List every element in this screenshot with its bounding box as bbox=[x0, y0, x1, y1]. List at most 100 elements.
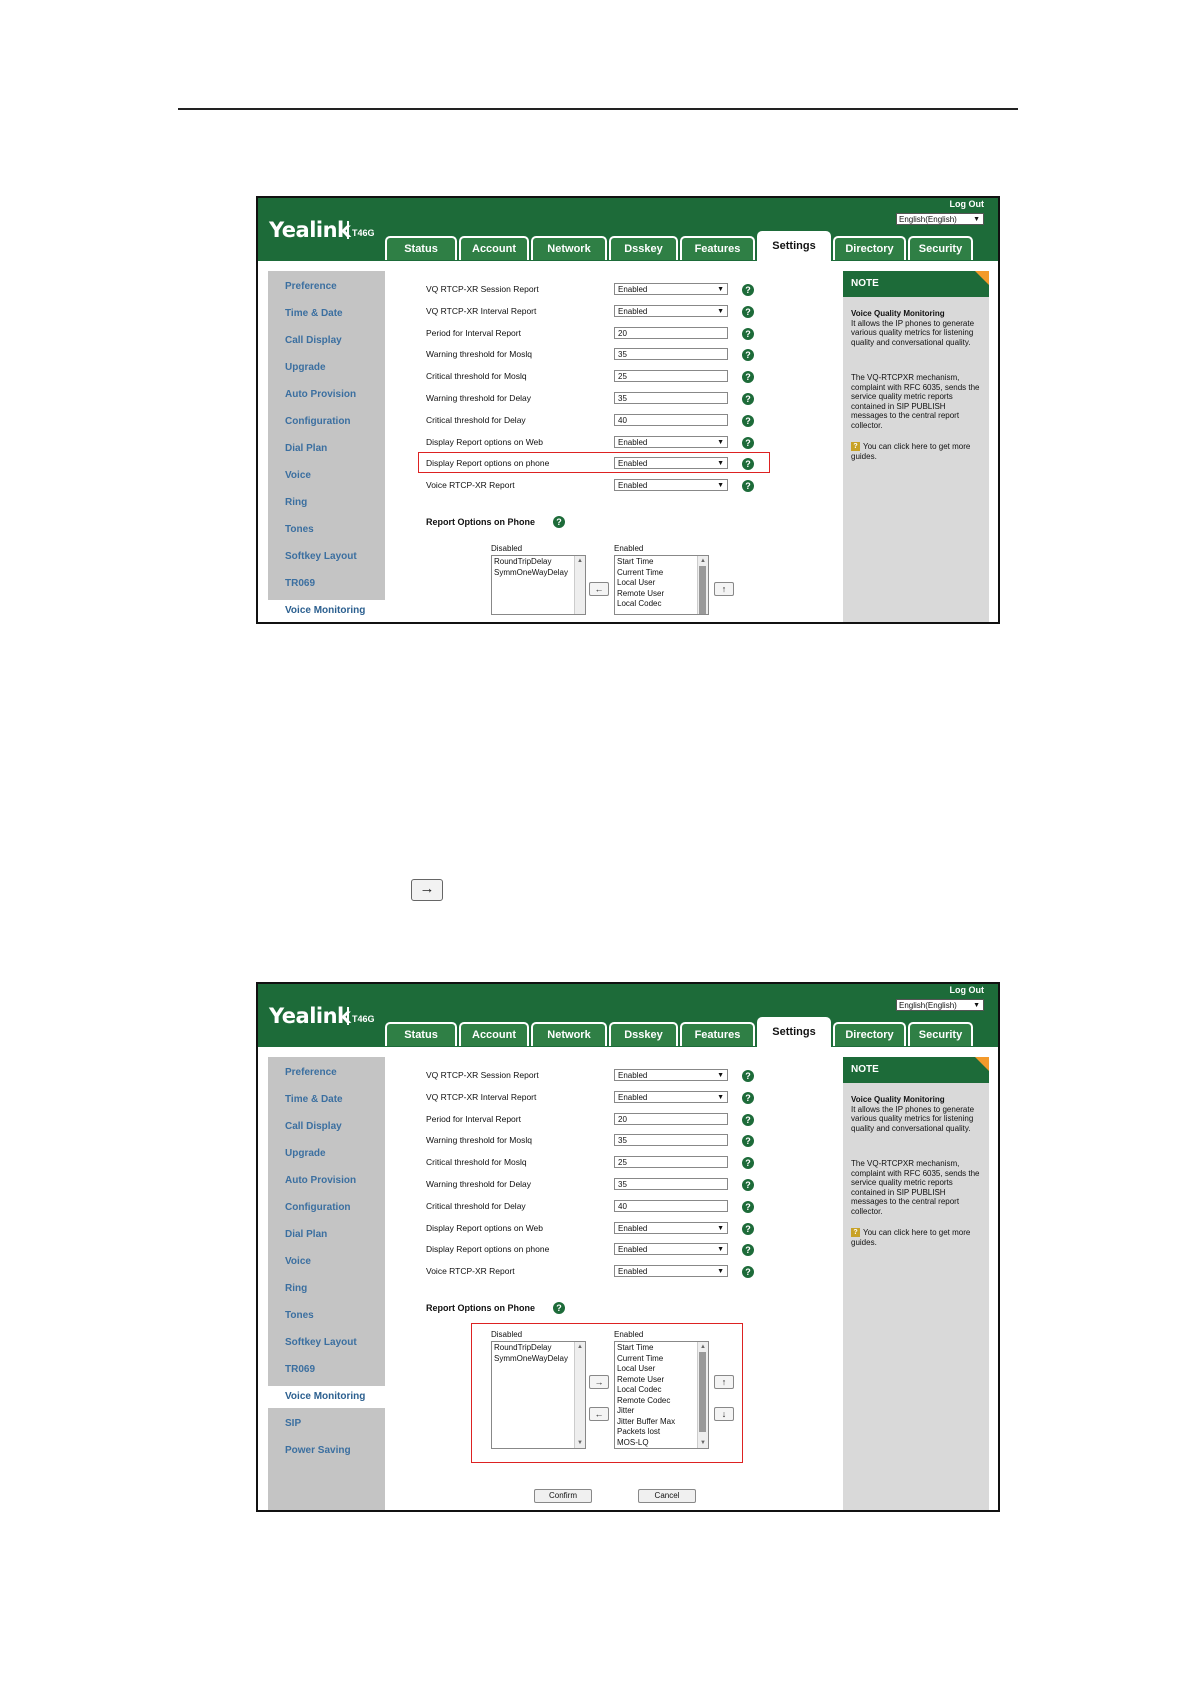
list-item[interactable]: SymmOneWayDelay bbox=[494, 568, 583, 579]
tab-directory[interactable]: Directory bbox=[833, 1022, 906, 1046]
help-icon[interactable]: ? bbox=[742, 371, 754, 384]
setting-select[interactable]: Enabled ▼ bbox=[614, 1221, 728, 1234]
sidebar-item-tones[interactable]: Tones bbox=[285, 1310, 314, 1321]
sidebar-item-voice-monitoring[interactable]: Voice Monitoring bbox=[268, 1386, 394, 1408]
tab-status[interactable]: Status bbox=[385, 1022, 457, 1046]
help-icon[interactable]: ? bbox=[742, 1200, 754, 1213]
tab-settings[interactable]: Settings bbox=[757, 231, 831, 261]
tab-settings[interactable]: Settings bbox=[757, 1017, 831, 1047]
help-icon[interactable]: ? bbox=[742, 1091, 754, 1104]
sidebar-item-call-display[interactable]: Call Display bbox=[285, 335, 342, 346]
help-icon[interactable]: ? bbox=[742, 305, 754, 318]
scroll-thumb[interactable] bbox=[699, 566, 706, 614]
sidebar-item-time-date[interactable]: Time & Date bbox=[285, 308, 343, 319]
setting-select[interactable]: Enabled ▼ bbox=[614, 435, 728, 448]
note-guide[interactable]: ? You can click here to get more guides. bbox=[851, 442, 983, 461]
sidebar-item-preference[interactable]: Preference bbox=[285, 281, 337, 292]
help-icon[interactable]: ? bbox=[742, 1179, 754, 1191]
sidebar-item-dial-plan[interactable]: Dial Plan bbox=[285, 443, 327, 454]
setting-input[interactable]: 35 bbox=[614, 1178, 728, 1190]
setting-select[interactable]: Enabled ▼ bbox=[614, 1265, 728, 1278]
logout-link[interactable]: Log Out bbox=[950, 199, 985, 209]
help-icon[interactable]: ? bbox=[742, 284, 754, 296]
note-guide-text[interactable]: You can click here to get more guides. bbox=[851, 1228, 970, 1247]
list-item[interactable]: RoundTripDelay bbox=[494, 557, 583, 568]
setting-input[interactable]: 25 bbox=[614, 1156, 728, 1169]
cancel-button[interactable]: Cancel bbox=[638, 1489, 696, 1503]
setting-select[interactable]: Enabled ▼ bbox=[614, 304, 728, 317]
move-up-button[interactable]: ↑ bbox=[714, 582, 734, 596]
setting-select[interactable]: Enabled ▼ bbox=[614, 283, 728, 295]
help-icon[interactable]: ? bbox=[742, 393, 754, 405]
help-icon[interactable]: ? bbox=[742, 1135, 754, 1148]
sidebar-item-tr069[interactable]: TR069 bbox=[285, 1364, 315, 1375]
tab-security[interactable]: Security bbox=[908, 236, 973, 260]
list-item[interactable]: Current Time bbox=[617, 568, 706, 579]
sidebar-item-time-date[interactable]: Time & Date bbox=[285, 1094, 343, 1105]
setting-input[interactable]: 20 bbox=[614, 1112, 728, 1125]
sidebar-item-upgrade[interactable]: Upgrade bbox=[285, 362, 326, 373]
setting-input[interactable]: 40 bbox=[614, 1199, 728, 1212]
move-left-button[interactable]: ← bbox=[589, 582, 609, 596]
sidebar-item-softkey-layout[interactable]: Softkey Layout bbox=[285, 551, 357, 562]
help-icon[interactable]: ? bbox=[742, 1266, 754, 1279]
tab-dsskey[interactable]: Dsskey bbox=[609, 236, 678, 260]
help-icon[interactable]: ? bbox=[742, 349, 754, 362]
help-icon[interactable]: ? bbox=[742, 480, 754, 493]
sidebar-item-preference[interactable]: Preference bbox=[285, 1067, 337, 1078]
sidebar-item-sip[interactable]: SIP bbox=[285, 1418, 301, 1429]
sidebar-item-power-saving[interactable]: Power Saving bbox=[285, 1445, 351, 1456]
setting-select[interactable]: Enabled ▼ bbox=[614, 1243, 728, 1256]
sidebar-item-tr069[interactable]: TR069 bbox=[285, 578, 315, 589]
note-guide-text[interactable]: You can click here to get more guides. bbox=[851, 442, 970, 461]
sidebar-item-softkey-layout[interactable]: Softkey Layout bbox=[285, 1337, 357, 1348]
help-icon[interactable]: ? bbox=[553, 1302, 565, 1314]
help-icon[interactable]: ? bbox=[742, 1222, 754, 1235]
help-icon[interactable]: ? bbox=[742, 327, 754, 340]
list-item[interactable]: Start Time bbox=[617, 557, 706, 568]
tab-dsskey[interactable]: Dsskey bbox=[609, 1022, 678, 1046]
disabled-items-list[interactable]: RoundTripDelay SymmOneWayDelay ▲ bbox=[491, 555, 586, 615]
list-item[interactable]: Local User bbox=[617, 578, 706, 589]
sidebar-item-configuration[interactable]: Configuration bbox=[285, 416, 351, 427]
sidebar-item-voice[interactable]: Voice bbox=[285, 1256, 311, 1267]
sidebar-item-configuration[interactable]: Configuration bbox=[285, 1202, 351, 1213]
list-item[interactable]: Local Codec bbox=[617, 599, 706, 610]
language-select[interactable]: English(English) ▼ bbox=[896, 213, 984, 225]
setting-input[interactable]: 25 bbox=[614, 370, 728, 383]
tab-account[interactable]: Account bbox=[459, 236, 529, 260]
confirm-button[interactable]: Confirm bbox=[534, 1489, 592, 1503]
sidebar-item-dial-plan[interactable]: Dial Plan bbox=[285, 1229, 327, 1240]
help-icon[interactable]: ? bbox=[742, 436, 754, 449]
language-select[interactable]: English(English) ▼ bbox=[896, 999, 984, 1011]
sidebar-item-tones[interactable]: Tones bbox=[285, 524, 314, 535]
sidebar-item-upgrade[interactable]: Upgrade bbox=[285, 1148, 326, 1159]
tab-network[interactable]: Network bbox=[531, 1022, 607, 1046]
tab-status[interactable]: Status bbox=[385, 236, 457, 260]
setting-select[interactable]: Enabled ▼ bbox=[614, 479, 728, 492]
setting-input[interactable]: 20 bbox=[614, 326, 728, 339]
sidebar-item-voice-monitoring[interactable]: Voice Monitoring bbox=[268, 600, 394, 622]
setting-select[interactable]: Enabled ▼ bbox=[614, 1069, 728, 1081]
scroll-up-icon[interactable]: ▲ bbox=[575, 556, 585, 567]
sidebar-item-auto-provision[interactable]: Auto Provision bbox=[285, 389, 356, 400]
scrollbar[interactable]: ▲ bbox=[574, 556, 585, 614]
tab-directory[interactable]: Directory bbox=[833, 236, 906, 260]
sidebar-item-call-display[interactable]: Call Display bbox=[285, 1121, 342, 1132]
list-item[interactable]: Remote User bbox=[617, 589, 706, 600]
tab-account[interactable]: Account bbox=[459, 1022, 529, 1046]
help-icon[interactable]: ? bbox=[742, 1157, 754, 1170]
tab-features[interactable]: Features bbox=[680, 1022, 755, 1046]
logout-link[interactable]: Log Out bbox=[950, 985, 985, 995]
help-icon[interactable]: ? bbox=[553, 516, 565, 528]
help-icon[interactable]: ? bbox=[742, 1113, 754, 1126]
help-icon[interactable]: ? bbox=[742, 1070, 754, 1082]
tab-features[interactable]: Features bbox=[680, 236, 755, 260]
help-icon[interactable]: ? bbox=[742, 414, 754, 427]
note-guide[interactable]: ? You can click here to get more guides. bbox=[851, 1228, 983, 1247]
sidebar-item-ring[interactable]: Ring bbox=[285, 497, 307, 508]
sidebar-item-ring[interactable]: Ring bbox=[285, 1283, 307, 1294]
tab-network[interactable]: Network bbox=[531, 236, 607, 260]
sidebar-item-voice[interactable]: Voice bbox=[285, 470, 311, 481]
scroll-up-icon[interactable]: ▲ bbox=[698, 556, 708, 567]
